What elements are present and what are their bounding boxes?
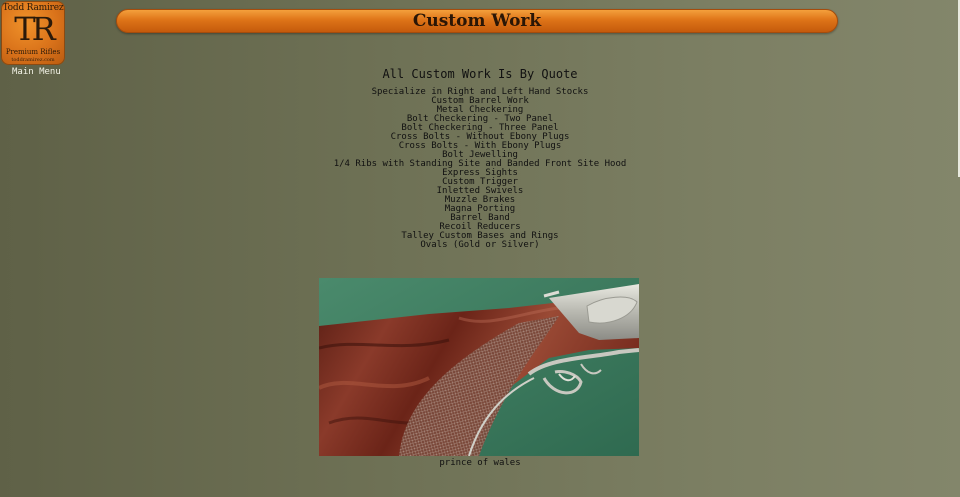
- service-item: Ovals (Gold or Silver): [420, 240, 540, 250]
- rifle-stock-photo: [319, 278, 639, 456]
- quote-heading: All Custom Work Is By Quote: [382, 67, 578, 81]
- logo-url: toddramirez.com: [11, 57, 55, 63]
- services-list: Specialize in Right and Left Hand Stocks…: [0, 88, 960, 250]
- site-logo[interactable]: Todd Ramirez TR Premium Rifles toddramir…: [1, 1, 65, 65]
- rifle-stock-illustration: [319, 278, 639, 456]
- logo-tagline: Premium Rifles: [5, 48, 61, 56]
- page-header-bar: Custom Work: [116, 9, 838, 33]
- photo-caption: prince of wales: [439, 458, 521, 468]
- page-title: Custom Work: [412, 11, 542, 31]
- logo-initials: TR: [14, 10, 55, 48]
